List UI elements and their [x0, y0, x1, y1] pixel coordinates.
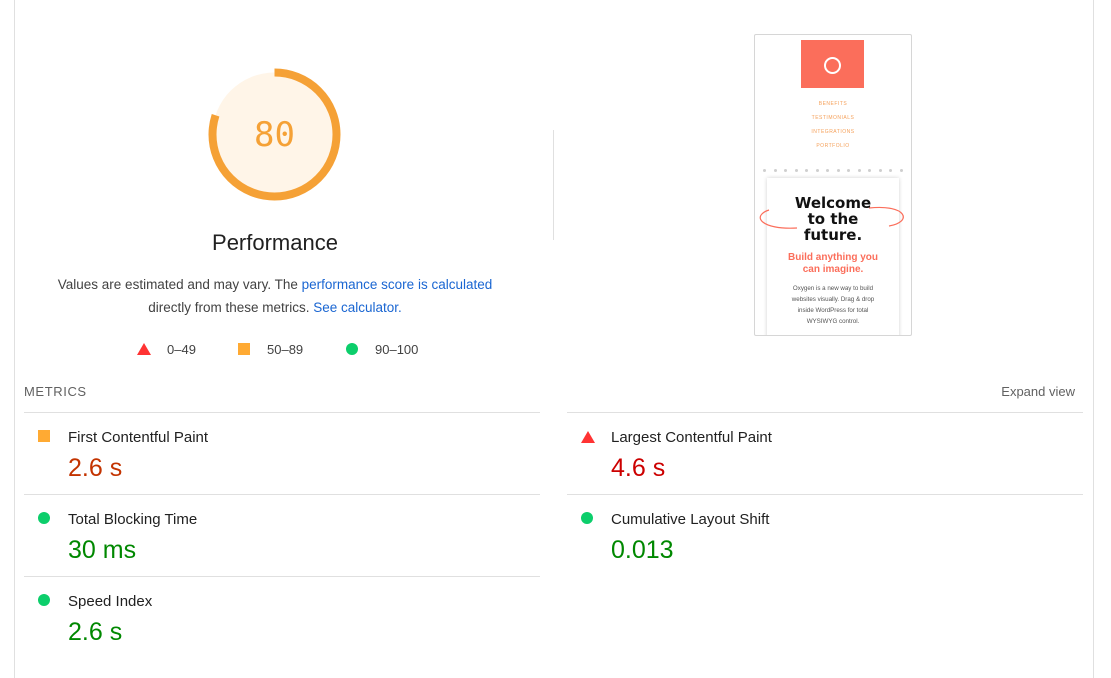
metrics-heading: METRICS [24, 384, 87, 399]
score-legend: 0–49 50–89 90–100 [0, 340, 560, 360]
green-circle-icon [346, 343, 358, 355]
expand-view-toggle[interactable]: Expand view [1001, 384, 1075, 399]
performance-gauge: 80 [206, 66, 343, 203]
thumbnail-nav-item: PORTFOLIO [816, 143, 850, 149]
metric-label: Total Blocking Time [68, 511, 198, 528]
page-screenshot-thumbnail[interactable]: BENEFITS TESTIMONIALS INTEGRATIONS PORTF… [754, 34, 912, 336]
metric-value: 2.6 s [68, 618, 123, 646]
red-triangle-icon [581, 431, 595, 443]
green-circle-icon [38, 512, 50, 524]
body-line: websites visually. Drag & drop [791, 296, 875, 303]
green-circle-icon [581, 512, 593, 524]
metric-first-contentful-paint: First Contentful Paint 2.6 s [24, 412, 540, 495]
thumbnail-logo [801, 40, 864, 88]
thumbnail-nav-item: BENEFITS [818, 101, 848, 107]
thumbnail-nav-item: INTEGRATIONS [811, 129, 855, 135]
subheading-line: Build anything you [788, 252, 878, 263]
legend-average: 50–89 [238, 340, 303, 358]
metric-value: 0.013 [611, 536, 674, 564]
metric-total-blocking-time: Total Blocking Time 30 ms [24, 494, 540, 577]
thumbnail-body-text: Oxygen is a new way to build websites vi… [777, 283, 889, 327]
description-text-1: Values are estimated and may vary. The [57, 277, 302, 292]
logo-icon [824, 57, 841, 74]
see-calculator-link[interactable]: See calculator. [313, 300, 402, 315]
performance-score: 80 [254, 114, 295, 155]
metric-label: Largest Contentful Paint [611, 429, 772, 446]
gauge-title: Performance [212, 230, 338, 255]
metric-value: 4.6 s [611, 454, 666, 482]
body-line: Oxygen is a new way to build [792, 285, 874, 292]
metric-cumulative-layout-shift: Cumulative Layout Shift 0.013 [567, 494, 1083, 577]
metric-value: 30 ms [68, 536, 137, 564]
red-triangle-icon [137, 343, 151, 355]
metric-label: First Contentful Paint [68, 429, 209, 446]
thumbnail-hero-heading: Welcome to the future. [767, 195, 899, 243]
legend-average-label: 50–89 [267, 341, 304, 357]
orange-square-icon [38, 430, 50, 442]
legend-pass: 90–100 [346, 340, 418, 358]
subheading-line: can imagine. [802, 264, 864, 275]
legend-pass-label: 90–100 [375, 341, 419, 357]
body-line: WYSIWYG control. [806, 318, 860, 325]
thumbnail-hero-card: Welcome to the future. Build anything yo… [759, 178, 904, 335]
hero-line: to the [807, 210, 859, 228]
thumbnail-dots [763, 169, 903, 175]
legend-fail-label: 0–49 [167, 341, 196, 357]
vertical-divider [553, 130, 554, 240]
hero-line: future. [803, 226, 863, 244]
metric-label: Speed Index [68, 593, 153, 610]
green-circle-icon [38, 594, 50, 606]
thumbnail-subheading: Build anything you can imagine. [767, 252, 899, 276]
metric-speed-index: Speed Index 2.6 s [24, 576, 540, 659]
score-description: Values are estimated and may vary. The p… [40, 273, 510, 319]
score-calculated-link[interactable]: performance score is calculated [302, 277, 493, 292]
thumbnail-nav-item: TESTIMONIALS [811, 115, 855, 121]
hero-line: Welcome [794, 194, 872, 212]
body-line: inside WordPress for total [797, 307, 869, 314]
description-text-2: directly from these metrics. [148, 300, 314, 315]
metric-value: 2.6 s [68, 454, 123, 482]
orange-square-icon [238, 343, 250, 355]
metric-label: Cumulative Layout Shift [611, 511, 770, 528]
metric-largest-contentful-paint: Largest Contentful Paint 4.6 s [567, 412, 1083, 495]
legend-fail: 0–49 [137, 340, 196, 358]
